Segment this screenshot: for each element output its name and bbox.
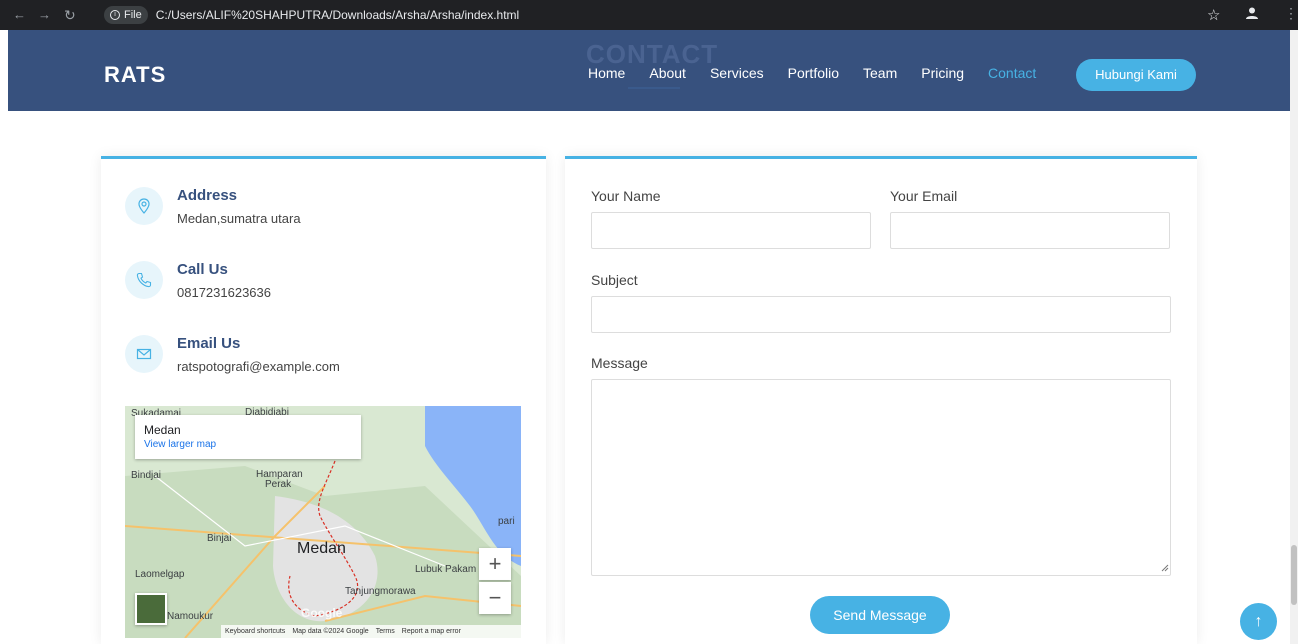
url-text: C:/Users/ALIF%20SHAHPUTRA/Downloads/Arsh…	[155, 8, 520, 22]
address-bar[interactable]: i File C:/Users/ALIF%20SHAHPUTRA/Downloa…	[104, 4, 1214, 26]
nav-about[interactable]: About	[649, 65, 686, 81]
name-label: Your Name	[591, 188, 661, 204]
call-text[interactable]: 0817231623636	[177, 285, 271, 300]
map-terms-link[interactable]: Terms	[376, 628, 395, 635]
browser-toolbar: ← → ↻ i File C:/Users/ALIF%20SHAHPUTRA/D…	[0, 0, 1298, 30]
map-report-error-link[interactable]: Report a map error	[402, 628, 461, 635]
map-label-medan: Medan	[297, 540, 346, 557]
map-label-pari: pari	[498, 516, 515, 527]
profile-icon[interactable]	[1245, 6, 1259, 20]
ghost-underline	[628, 87, 680, 89]
google-logo: Google	[301, 606, 343, 620]
resize-grip-icon[interactable]	[1161, 564, 1169, 572]
map-label-binjai: Binjai	[207, 533, 232, 544]
site-info-chip[interactable]: i File	[104, 6, 148, 24]
message-label: Message	[591, 355, 648, 371]
map-label-laomelgap: Laomelgap	[135, 569, 185, 580]
back-arrow-icon[interactable]: ←	[13, 7, 26, 22]
nav-contact[interactable]: Contact	[988, 65, 1036, 81]
google-map[interactable]: Sukadamai Diabidiabi Bindjai Hamparan Pe…	[125, 406, 521, 638]
nav-pricing[interactable]: Pricing	[921, 65, 964, 81]
site-header: RATS CONTACT Home About Services Portfol…	[8, 30, 1290, 111]
send-message-button[interactable]: Send Message	[810, 596, 950, 634]
map-zoom-in-button[interactable]: +	[479, 548, 511, 580]
email-label: Your Email	[890, 188, 958, 204]
contact-form-card: Your Name Your Email Subject Message Sen…	[565, 156, 1197, 644]
map-satellite-toggle[interactable]	[135, 593, 167, 625]
forward-arrow-icon[interactable]: →	[38, 7, 51, 22]
map-place-card: Medan View larger map	[135, 415, 361, 459]
subject-label: Subject	[591, 272, 638, 288]
view-larger-map-link[interactable]: View larger map	[144, 439, 216, 450]
nav-team[interactable]: Team	[863, 65, 897, 81]
address-title: Address	[177, 187, 238, 204]
map-label-namoukur: Namoukur	[167, 611, 214, 622]
reload-icon[interactable]: ↻	[64, 7, 76, 24]
map-zoom-out-button[interactable]: −	[479, 582, 511, 614]
site-logo[interactable]: RATS	[104, 62, 166, 88]
map-keyboard-shortcuts-link[interactable]: Keyboard shortcuts	[225, 628, 285, 635]
phone-icon	[125, 261, 163, 299]
map-label-perak: Perak	[265, 479, 292, 490]
nav-services[interactable]: Services	[710, 65, 764, 81]
menu-kebab-icon[interactable]: ⋮	[1284, 5, 1298, 22]
map-data-attribution: Map data ©2024 Google	[292, 628, 369, 635]
envelope-icon	[125, 335, 163, 373]
nav-home[interactable]: Home	[588, 65, 625, 81]
map-label-bindjai: Bindjai	[131, 470, 162, 481]
subject-input[interactable]	[591, 296, 1171, 333]
arrow-up-icon: ↑	[1254, 613, 1263, 630]
map-label-tanjungmorawa: Tanjungmorawa	[345, 586, 416, 597]
map-label-lubuk-pakam: Lubuk Pakam	[415, 564, 477, 575]
email-input[interactable]	[890, 212, 1170, 249]
hubungi-kami-button[interactable]: Hubungi Kami	[1076, 59, 1196, 91]
nav-portfolio[interactable]: Portfolio	[788, 65, 839, 81]
address-text: Medan,sumatra utara	[177, 211, 301, 226]
contact-info-card: Address Medan,sumatra utara Call Us 0817…	[101, 156, 546, 644]
call-title: Call Us	[177, 261, 228, 278]
name-input[interactable]	[591, 212, 871, 249]
site-info-label: File	[124, 9, 142, 21]
page-scrollbar-thumb[interactable]	[1291, 545, 1297, 605]
info-icon: i	[110, 10, 120, 20]
map-pin-icon	[125, 187, 163, 225]
map-footer: Keyboard shortcuts Map data ©2024 Google…	[221, 625, 521, 638]
map-place-name: Medan	[144, 423, 181, 437]
message-textarea[interactable]	[591, 379, 1171, 576]
email-title: Email Us	[177, 335, 241, 352]
back-to-top-button[interactable]: ↑	[1240, 603, 1277, 640]
bookmark-star-icon[interactable]: ☆	[1207, 6, 1220, 24]
main-nav: Home About Services Portfolio Team Prici…	[588, 65, 1036, 89]
email-text[interactable]: ratspotografi@example.com	[177, 359, 340, 374]
